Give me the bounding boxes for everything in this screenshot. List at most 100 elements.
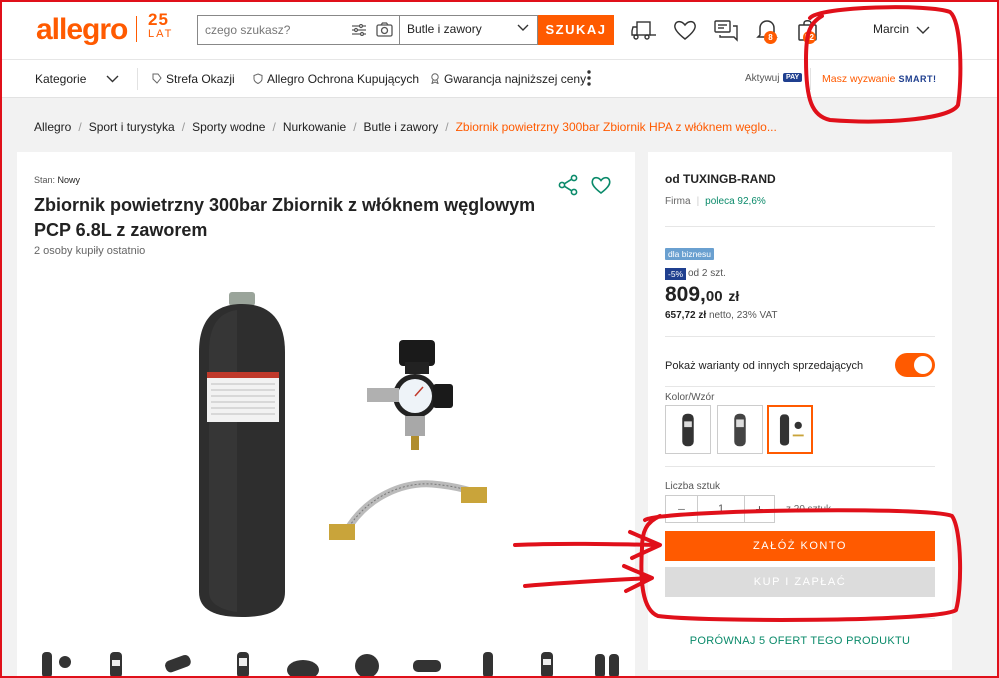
seller-recommendation[interactable]: poleca 92,6% — [705, 196, 766, 207]
chevron-down-icon[interactable] — [106, 75, 119, 83]
categories-menu[interactable]: Kategorie — [35, 72, 86, 86]
nav-strefa-okazji[interactable]: Strefa Okazji — [152, 72, 235, 86]
favorite-heart-icon[interactable] — [590, 174, 612, 196]
breadcrumb-separator: / — [353, 120, 357, 134]
offer-card: od TUXINGB-RAND Firma | poleca 92,6% dla b… — [648, 152, 952, 670]
thumbnail[interactable] — [95, 650, 135, 678]
secondary-nav: Kategorie Strefa Okazji Allegro Ochrona … — [0, 60, 999, 98]
nav-link-label: Strefa Okazji — [166, 72, 235, 86]
quantity-increase-button[interactable]: + — [744, 496, 774, 522]
divider — [665, 466, 935, 467]
thumbnail[interactable] — [157, 650, 197, 678]
quantity-label: Liczba sztuk — [665, 481, 721, 492]
price: 809,00 zł — [665, 283, 739, 307]
thumbnail[interactable] — [223, 650, 263, 678]
search-tools — [352, 22, 396, 40]
divider — [665, 618, 935, 619]
price-cents: 00 — [705, 288, 723, 305]
allegro-logo[interactable]: allegro — [36, 13, 128, 47]
condition-label: Stan: — [34, 175, 56, 185]
divider: | — [696, 196, 700, 207]
tag-icon — [152, 73, 162, 84]
nav-link-label: Gwarancja najniższej ceny — [444, 72, 587, 86]
breadcrumb-item[interactable]: Allegro — [34, 120, 71, 134]
breadcrumb-item[interactable]: Sport i turystyka — [89, 120, 175, 134]
divider — [665, 386, 935, 387]
netto-price: 657,72 zł netto, 23% VAT — [665, 310, 778, 321]
top-header: allegro 25 LAT Butle i zawory SZUKAJ 8 5… — [0, 0, 999, 60]
netto-value: 657,72 zł — [665, 310, 707, 321]
quantity-stepper: − 1 + — [665, 495, 775, 523]
variants-toggle-label: Pokaż warianty od innych sprzedających — [665, 360, 864, 372]
divider — [810, 68, 811, 90]
recent-purchases: 2 osoby kupiły ostatnio — [34, 245, 146, 257]
breadcrumb-item[interactable]: Butle i zawory — [364, 120, 439, 134]
thumbnail[interactable] — [587, 650, 627, 678]
breadcrumb-separator: / — [78, 120, 82, 134]
regulator-image — [367, 340, 453, 450]
breadcrumb-item[interactable]: Nurkowanie — [283, 120, 346, 134]
activate-pay-label[interactable]: Aktywuj — [745, 73, 779, 84]
variants-toggle[interactable] — [895, 353, 935, 377]
divider — [137, 68, 138, 90]
nav-link-label: Allegro Ochrona Kupujących — [267, 72, 420, 86]
allegro-pay-badge: PAY — [783, 73, 803, 82]
nav-gwarancja-ceny[interactable]: Gwarancja najniższej ceny — [430, 72, 586, 86]
smart-challenge-link[interactable]: Masz wyzwanie SMART! — [822, 73, 936, 85]
breadcrumb-current: Zbiornik powietrzny 300bar Zbiornik HPA … — [455, 120, 777, 134]
price-main: 809, — [665, 283, 706, 306]
quantity-decrease-button[interactable]: − — [666, 496, 698, 522]
breadcrumb: Allegro / Sport i turystyka / Sporty wodne / N… — [34, 120, 777, 134]
cylinder-image — [199, 292, 285, 617]
search-button[interactable]: SZUKAJ — [538, 15, 614, 45]
condition: Stan: Nowy — [34, 175, 80, 185]
messages-icon[interactable] — [713, 17, 739, 43]
hose-image — [329, 480, 487, 540]
shield-icon — [253, 73, 263, 84]
color-swatch-selected[interactable] — [767, 405, 813, 454]
camera-icon[interactable] — [376, 22, 393, 37]
discount-condition: od 2 szt. — [688, 268, 726, 279]
thumbnail[interactable] — [347, 650, 387, 678]
product-title: Zbiornik powietrzny 300bar Zbiornik z wł… — [34, 195, 536, 240]
filter-icon[interactable] — [352, 24, 366, 36]
create-account-button[interactable]: ZAŁÓŻ KONTO — [665, 531, 935, 561]
business-badge: dla biznesu — [665, 248, 715, 260]
compare-offers-link[interactable]: PORÓWNAJ 5 OFERT TEGO PRODUKTU — [648, 635, 952, 647]
thumbnail-strip — [37, 650, 619, 678]
anniversary-badge: 25 LAT — [148, 11, 174, 42]
quantity-input[interactable]: 1 — [698, 496, 744, 522]
smart-challenge-text: Masz wyzwanie — [822, 73, 896, 85]
price-currency: zł — [728, 288, 740, 304]
user-menu-name[interactable]: Marcin — [873, 22, 909, 36]
buy-and-pay-button[interactable]: KUP I ZAPŁAĆ — [665, 567, 935, 597]
more-menu-icon[interactable] — [587, 69, 591, 87]
quantity-available: z 20 sztuk — [786, 504, 832, 515]
nav-ochrona-kupujacych[interactable]: Allegro Ochrona Kupujących — [253, 72, 419, 86]
discount-badge: -5% — [665, 268, 687, 280]
thumbnail[interactable] — [407, 650, 447, 678]
chevron-down-icon[interactable] — [916, 26, 930, 35]
product-image[interactable] — [177, 292, 487, 622]
thumbnail[interactable] — [467, 650, 507, 678]
thumbnail[interactable] — [37, 650, 77, 678]
thumbnail[interactable] — [283, 650, 323, 678]
heart-icon[interactable] — [672, 17, 698, 43]
divider — [665, 336, 935, 337]
medal-icon — [431, 73, 439, 84]
toggle-knob — [914, 356, 932, 374]
anniversary-label: LAT — [148, 28, 174, 40]
color-swatch[interactable] — [665, 405, 711, 454]
seller-type: Firma — [665, 196, 691, 207]
search-category-select[interactable]: Butle i zawory — [399, 15, 539, 45]
seller-name[interactable]: od TUXINGB-RAND — [665, 172, 776, 186]
thumbnail[interactable] — [527, 650, 567, 678]
delivery-truck-icon[interactable] — [631, 17, 657, 43]
search-category-value: Butle i zawory — [407, 22, 482, 36]
color-swatch[interactable] — [717, 405, 763, 454]
breadcrumb-item[interactable]: Sporty wodne — [192, 120, 265, 134]
share-icon[interactable] — [557, 174, 579, 196]
smart-badge: SMART! — [898, 74, 937, 84]
color-label: Kolor/Wzór — [665, 392, 715, 403]
condition-value: Nowy — [57, 175, 81, 185]
